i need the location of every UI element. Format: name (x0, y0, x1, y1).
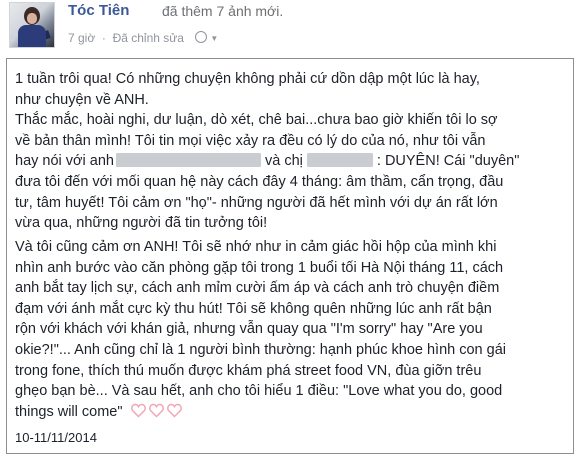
heart-icon (166, 403, 182, 418)
text-line: hay nói với anh và chị : DUYÊN! Cái "duyên… (15, 151, 519, 172)
text-line: ghẹo bạn bè... Và sau hết, anh cho tôi h… (15, 383, 503, 400)
text-line: rộn với khách với khán giả, nhưng vẫn qu… (15, 321, 483, 338)
text-line: Và tôi cũng cảm ơn ANH! Tôi sẽ nhớ như i… (15, 239, 497, 255)
hearts-emoji (130, 403, 182, 425)
text-line: nhìn anh bước vào căn phòng gặp tôi tron… (15, 259, 504, 276)
post-time[interactable]: 7 giờ (68, 31, 95, 45)
post-action-text: đã thêm 7 ảnh mới. (162, 3, 284, 19)
edited-label[interactable]: Đã chỉnh sửa (113, 31, 184, 45)
text-fragment: hay nói với anh (15, 153, 114, 170)
text-fragment: things will come" (15, 403, 123, 420)
text-line: đưa tôi đến với mối quan hệ này cách đây… (15, 173, 504, 190)
heart-icon (148, 403, 164, 418)
paragraph-1: 1 tuần trôi qua! Có những chuyện không p… (15, 69, 519, 234)
post-meta: 7 giờ · Đã chỉnh sửa ▼ (68, 31, 218, 45)
post-header: Tóc Tiên đã thêm 7 ảnh mới. 7 giờ · Đã c… (0, 0, 580, 58)
text-line: vừa qua, những người đã tin tưởng tôi! (15, 215, 268, 232)
text-fragment: và chị (265, 153, 303, 170)
text-fragment: : DUYÊN! Cái "duyên" (376, 153, 520, 170)
text-line: đạm với ánh mắt cực kỳ thu hút! Tôi sẽ k… (15, 300, 492, 317)
avatar[interactable] (9, 2, 55, 48)
text-line: như chuyện về ANH. (15, 91, 149, 108)
text-line: về bản thân mình! Tôi tin mọi việc xảy r… (15, 132, 486, 149)
paragraph-2: Và tôi cũng cảm ơn ANH! Tôi sẽ nhớ như i… (15, 237, 506, 422)
separator: · (98, 31, 110, 45)
text-line: things will come" (15, 402, 506, 423)
post-content: 1 tuần trôi qua! Có những chuyện không p… (6, 58, 574, 454)
text-line: tư, tâm huyết! Tôi cảm ơn "họ"- những ng… (15, 194, 498, 211)
text-line: okie?!"... Anh cũng chỉ là 1 người bình … (15, 341, 506, 358)
text-line: 1 tuần trôi qua! Có những chuyện không p… (15, 71, 480, 87)
text-line: anh bắt tay lịch sự, cách anh mỉm cười ấ… (15, 280, 500, 297)
heart-icon (130, 403, 146, 418)
redacted-name (306, 153, 373, 168)
text-line: Thắc mắc, hoài nghi, dư luận, dò xét, ch… (15, 112, 498, 129)
text-line: trong fone, thích thú muốn được khám phá… (15, 362, 482, 379)
chevron-down-icon[interactable]: ▼ (210, 34, 218, 43)
redacted-name (116, 153, 261, 168)
globe-icon[interactable] (195, 31, 208, 43)
post-date: 10-11/11/2014 (15, 430, 97, 445)
author-name[interactable]: Tóc Tiên (68, 2, 129, 19)
